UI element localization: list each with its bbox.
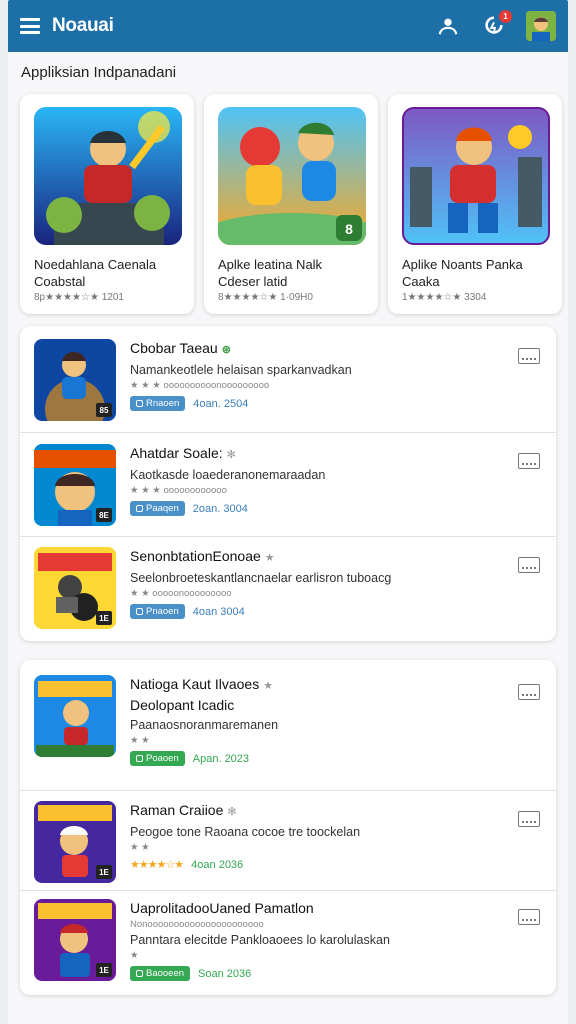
rank-badge: 85 bbox=[96, 403, 112, 417]
rank-badge: 1E bbox=[96, 865, 112, 879]
app-description: Paanaosnoranmaremanen bbox=[130, 718, 279, 732]
featured-card[interactable]: Aplike Noants Panka Caaka 1★★★★☆★ 3304 bbox=[388, 94, 562, 314]
list-item[interactable]: 8E Ahatdar Soale: ✻ Kaotkasde loaederanon… bbox=[20, 433, 556, 537]
app-description: Panntara elecitde Pankloaoees lo karolul… bbox=[130, 933, 390, 947]
featured-card[interactable]: 8 Aplke leatina Nalk Cdeser latid 8★★★★☆… bbox=[204, 94, 378, 314]
list-item[interactable]: 1E SenonbtationEonoae ★ Seelonbroeteskant… bbox=[20, 537, 556, 641]
app-title: Ahatdar Soale: bbox=[130, 445, 223, 461]
featured-app-name: Aplike Noants Panka Caaka bbox=[402, 257, 523, 289]
app-description: Kaotkasde loaederanonemaraadan bbox=[130, 468, 326, 482]
star-icon: ✻ bbox=[227, 806, 237, 818]
app-icon: 1E bbox=[34, 899, 116, 981]
app-stats: ★ ★ ★ oooooooooooo bbox=[130, 485, 227, 496]
app-title: Raman Craiioe bbox=[130, 802, 224, 818]
star-icon: ✻ bbox=[226, 449, 236, 461]
app-title: Natioga Kaut Ilvaoes bbox=[130, 676, 260, 692]
app-stats: ★ ★ bbox=[130, 735, 150, 746]
svg-text:8: 8 bbox=[345, 221, 353, 237]
featured-row: Noedahlana Caenala Coabstal 8p★★★★☆★ 120… bbox=[20, 94, 562, 314]
featured-app-image bbox=[34, 107, 182, 245]
app-bar: Noauai 1 bbox=[8, 0, 568, 52]
app-stats: Nonoooooooooooooooooooooo bbox=[130, 919, 264, 930]
more-options-button[interactable] bbox=[518, 684, 540, 700]
app-title: Noauai bbox=[52, 15, 114, 36]
star-icon: ★ bbox=[264, 552, 275, 564]
app-icon: 85 bbox=[34, 339, 116, 421]
list-item[interactable]: 1E Uaprolitadoo⁠Uaned Pamatlon Nonoooooo… bbox=[20, 891, 556, 995]
app-icon: 1E bbox=[34, 801, 116, 883]
main-content: Appliksian Indpanadani Noedahlana Caenal… bbox=[8, 52, 568, 1024]
notification-badge: 1 bbox=[499, 10, 512, 23]
app-icon: 1E bbox=[34, 547, 116, 629]
app-title: Uaprolitadoo⁠Uaned Pamatlon bbox=[130, 900, 314, 916]
app-description: Namankeotlele helaisan sparkanvadkan bbox=[130, 363, 352, 377]
rank-badge: 1E bbox=[96, 963, 112, 977]
release-date: 4oan 2036 bbox=[191, 858, 244, 871]
app-stats: ★ ★ ★ oooooooooonooooooooo bbox=[130, 380, 270, 391]
account-icon[interactable] bbox=[434, 12, 462, 40]
category-badge: Pnaoen bbox=[130, 604, 185, 619]
list-item[interactable]: 85 Cbobar Taeau ⊛ Namankeotlele helaisan … bbox=[20, 326, 556, 433]
featured-app-rating: 8★★★★☆★ 1·09H0 bbox=[218, 292, 313, 303]
list-item[interactable]: Natioga Kaut Ilvaoes ★ Deolopant Icadic P… bbox=[20, 660, 556, 791]
featured-app-rating: 1★★★★☆★ 3304 bbox=[402, 292, 487, 303]
release-date: 4oan. 2504 bbox=[193, 397, 249, 410]
more-options-button[interactable] bbox=[518, 453, 540, 469]
star-icon: ★ bbox=[263, 680, 274, 692]
release-date: Soan 2036 bbox=[198, 967, 252, 980]
app-icon: 8E bbox=[34, 444, 116, 526]
list-item[interactable]: 1E Raman Craiioe ✻ Peogoe tone Raoana coc… bbox=[20, 791, 556, 891]
category-badge: Poaoen bbox=[130, 751, 185, 766]
app-stats: ★ bbox=[130, 950, 139, 961]
app-list: 85 Cbobar Taeau ⊛ Namankeotlele helaisan … bbox=[20, 326, 556, 641]
featured-app-name: Aplke leatina Nalk Cdeser latid bbox=[218, 257, 323, 289]
avatar[interactable] bbox=[526, 11, 556, 41]
app-title: Cbobar Taeau bbox=[130, 340, 218, 356]
release-date: 4oan 3004 bbox=[192, 605, 245, 618]
app-stats: ★ ★ ooooonooooooooo bbox=[130, 588, 232, 599]
category-badge: Rnaoen bbox=[130, 396, 186, 411]
release-date: Apan. 2023 bbox=[192, 752, 250, 765]
app-description: Peogoe tone Raoana cocoe tre toockelan bbox=[130, 825, 361, 839]
app-icon bbox=[34, 675, 116, 757]
verified-icon: ⊛ bbox=[221, 344, 231, 356]
more-options-button[interactable] bbox=[518, 811, 540, 827]
category-badge: Paaqen bbox=[130, 501, 185, 516]
rank-badge: 8E bbox=[96, 508, 112, 522]
more-options-button[interactable] bbox=[518, 348, 540, 364]
app-subtitle: Deolopant Icadic bbox=[130, 697, 235, 713]
rating-stars: ★★★★☆★ bbox=[130, 859, 184, 871]
more-options-button[interactable] bbox=[518, 909, 540, 925]
featured-app-image bbox=[402, 107, 550, 245]
app-list: Natioga Kaut Ilvaoes ★ Deolopant Icadic P… bbox=[20, 660, 556, 995]
featured-card[interactable]: Noedahlana Caenala Coabstal 8p★★★★☆★ 120… bbox=[20, 94, 194, 314]
app-description: Seelonbroeteskantlancnaelar earlisron tu… bbox=[130, 571, 392, 585]
app-stats: ★ ★ bbox=[130, 842, 150, 853]
featured-app-rating: 8p★★★★☆★ 1201 bbox=[34, 292, 124, 303]
featured-app-image: 8 bbox=[218, 107, 366, 245]
rank-badge: 1E bbox=[96, 611, 112, 625]
release-date: 2oan. 3004 bbox=[192, 502, 248, 515]
more-options-button[interactable] bbox=[518, 557, 540, 573]
menu-icon[interactable] bbox=[20, 18, 40, 34]
notifications-icon[interactable]: 1 bbox=[480, 10, 512, 40]
app-title: SenonbtationEonoae bbox=[130, 548, 261, 564]
section-title: Appliksian Indpanadani bbox=[21, 64, 177, 81]
featured-app-name: Noedahlana Caenala Coabstal bbox=[34, 257, 157, 289]
category-badge: Baooeen bbox=[130, 966, 191, 981]
